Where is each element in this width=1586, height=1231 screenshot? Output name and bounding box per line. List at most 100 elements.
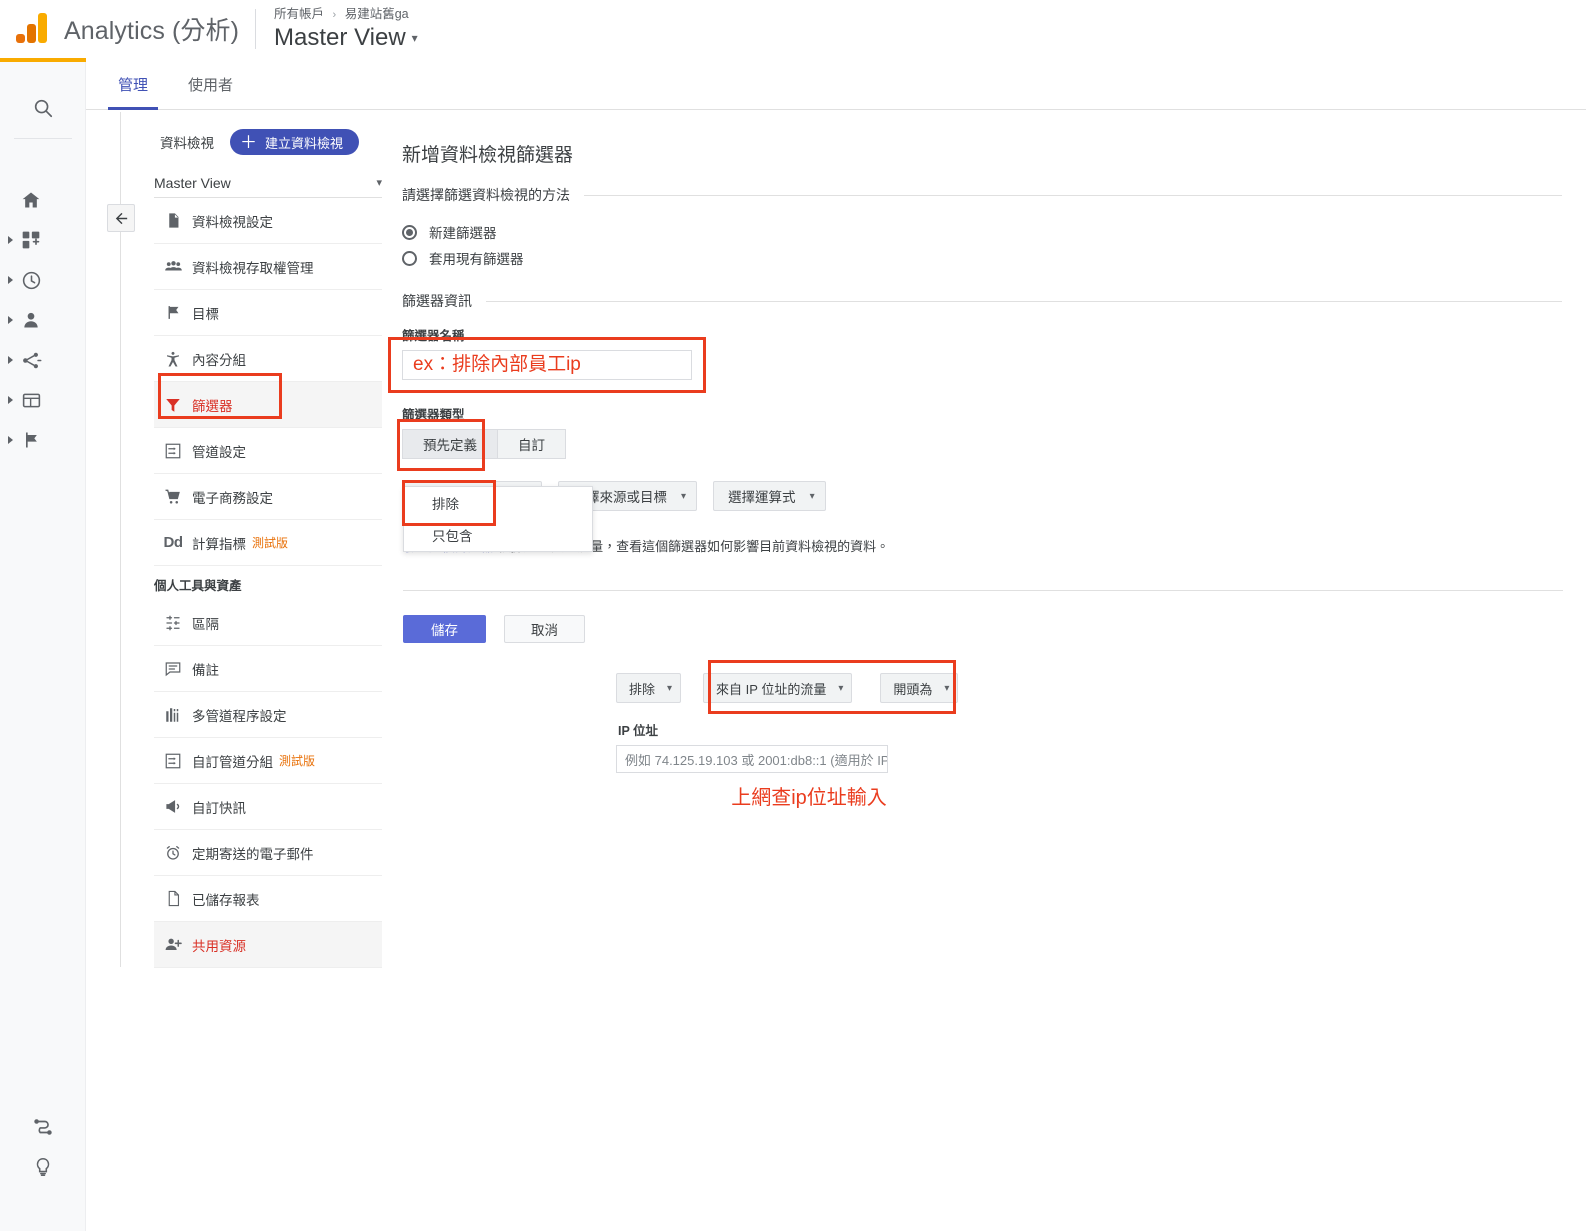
menu-item-label: 篩選器	[192, 398, 233, 414]
section-divider	[403, 590, 1563, 591]
view-name[interactable]: Master View ▾	[274, 23, 418, 53]
breadcrumb-account: 所有帳戶	[274, 6, 325, 21]
lightbulb-discover-icon	[32, 1156, 54, 1178]
view-menu: 資料檢視設定 資料檢視存取權管理 目標 內容分組 篩選器 管道設定 電子商務設定…	[154, 198, 382, 968]
ip-expression-dropdown[interactable]: 開頭為 ▾	[880, 673, 959, 703]
chevron-down-icon: ▾	[667, 682, 673, 694]
rail-item-customization[interactable]	[0, 220, 86, 260]
filter-type-predefined-button[interactable]: 預先定義	[402, 429, 498, 459]
view-picker[interactable]: Master View ▾	[154, 168, 382, 198]
radio-existing-filter-label: 套用現有篩選器	[429, 252, 524, 267]
left-rail	[0, 62, 86, 1231]
share-acquisition-icon	[18, 347, 44, 373]
radio-existing-filter[interactable]: 套用現有篩選器	[402, 245, 1562, 271]
rail-item-realtime[interactable]	[0, 260, 86, 300]
ip-source-dropdown[interactable]: 來自 IP 位址的流量 ▾	[703, 673, 853, 703]
menu-item-filters[interactable]: 篩選器	[154, 373, 382, 428]
rail-item-audience[interactable]	[0, 300, 86, 340]
menu-item-saved-reports[interactable]: 已儲存報表	[154, 876, 382, 922]
info-legend: 篩選器資訊	[402, 293, 472, 309]
menu-item-label: 多管道程序設定	[192, 708, 287, 724]
cancel-button[interactable]: 取消	[504, 615, 585, 643]
filter-name-input[interactable]: ex：排除內部員工ip	[402, 350, 692, 380]
rail-item-attribution[interactable]	[0, 1107, 86, 1147]
people-icon	[154, 257, 192, 276]
menu-item-label: 資料檢視設定	[192, 214, 273, 230]
menu-item-annotations[interactable]: 備註	[154, 646, 382, 692]
dropdown-option-label: 排除	[432, 497, 459, 512]
rail-item-discover[interactable]	[0, 1147, 86, 1187]
column-divider	[120, 112, 121, 967]
view-settings-column: 資料檢視 ＋ 建立資料檢視 Master View ▾ 資料檢視設定 資料檢視存…	[154, 126, 382, 968]
rail-item-behavior[interactable]	[0, 380, 86, 420]
search-icon[interactable]	[0, 90, 86, 126]
menu-item-shared-resources[interactable]: 共用資源	[154, 922, 382, 968]
megaphone-alerts-icon	[154, 797, 192, 816]
menu-item-calculated-metrics[interactable]: Dd 計算指標 測試版	[154, 520, 382, 566]
ip-dropdown-row: 排除 ▾ 來自 IP 位址的流量 ▾ 開頭為 ▾	[616, 660, 976, 714]
breadcrumb: 所有帳戶 › 易建站舊ga	[274, 6, 418, 23]
expand-arrow-icon	[8, 396, 13, 404]
menu-item-custom-channel-grouping[interactable]: 自訂管道分組 測試版	[154, 738, 382, 784]
filter-type-segmented-control: 預先定義 自訂	[402, 429, 822, 459]
expand-arrow-icon	[8, 236, 13, 244]
menu-item-channel-settings[interactable]: 管道設定	[154, 428, 382, 474]
ip-address-input[interactable]: 例如 74.125.19.103 或 2001:db8::1 (適用於 IP	[616, 745, 888, 773]
expand-arrow-icon	[8, 356, 13, 364]
legend-rule	[584, 194, 1562, 196]
menu-item-label: 自訂快訊	[192, 800, 246, 816]
create-view-button[interactable]: ＋ 建立資料檢視	[230, 129, 360, 155]
tab-bar: 管理 使用者	[86, 58, 1586, 110]
brand-title: Analytics (分析)	[64, 17, 240, 45]
menu-item-label: 已儲存報表	[192, 892, 260, 908]
menu-item-segments[interactable]: 區隔	[154, 600, 382, 646]
filter-type-custom-button[interactable]: 自訂	[498, 429, 566, 459]
content-grouping-icon	[154, 350, 192, 368]
dropdown-option-include-only[interactable]: 只包含	[404, 519, 592, 551]
menu-item-view-access[interactable]: 資料檢視存取權管理	[154, 244, 382, 290]
menu-item-label: 管道設定	[192, 444, 246, 460]
plus-icon: ＋	[240, 132, 257, 152]
page-title: 新增資料檢視篩選器	[402, 145, 574, 166]
menu-item-custom-alerts[interactable]: 自訂快訊	[154, 784, 382, 830]
dropdown-option-exclude[interactable]: 排除	[402, 480, 592, 526]
menu-item-label: 區隔	[192, 616, 219, 632]
shopping-cart-icon	[154, 488, 192, 506]
personal-tools-section-title: 個人工具與資產	[154, 579, 242, 593]
expand-arrow-icon	[8, 316, 13, 324]
rail-item-home[interactable]	[0, 180, 86, 220]
menu-item-ecommerce[interactable]: 電子商務設定	[154, 474, 382, 520]
radio-new-filter[interactable]: 新建篩選器	[402, 219, 1562, 245]
flag-conversions-icon	[18, 427, 44, 453]
menu-item-view-settings[interactable]: 資料檢視設定	[154, 198, 382, 244]
tab-users[interactable]: 使用者	[178, 74, 243, 109]
tab-admin[interactable]: 管理	[108, 74, 159, 110]
radio-button-icon[interactable]	[402, 224, 417, 240]
menu-item-label: 定期寄送的電子郵件	[192, 846, 314, 862]
rail-item-acquisition[interactable]	[0, 340, 86, 380]
rail-item-conversions[interactable]	[0, 420, 86, 460]
menu-item-scheduled-emails[interactable]: 定期寄送的電子郵件	[154, 830, 382, 876]
create-view-label: 建立資料檢視	[265, 135, 344, 151]
chevron-down-icon: ▾	[681, 490, 687, 502]
arrow-left-icon	[113, 210, 130, 227]
radio-button-icon[interactable]	[402, 250, 417, 266]
ip-exclude-dropdown[interactable]: 排除 ▾	[616, 673, 682, 703]
menu-item-content-grouping[interactable]: 內容分組	[154, 336, 382, 382]
ip-expression-label: 開頭為	[893, 681, 933, 697]
filter-type-group-wrap: 預先定義 自訂	[397, 419, 822, 471]
select-expression-label: 選擇運算式	[728, 490, 796, 505]
beta-badge: 測試版	[252, 536, 289, 550]
ip-exclude-label: 排除	[629, 681, 656, 697]
back-button[interactable]	[107, 204, 135, 232]
menu-item-multichannel-funnels[interactable]: 多管道程序設定	[154, 692, 382, 738]
dashboard-add-icon	[18, 227, 44, 253]
segments-icon	[154, 614, 192, 632]
menu-item-goals[interactable]: 目標	[154, 290, 382, 336]
ip-address-label: IP 位址	[618, 724, 659, 738]
save-button[interactable]: 儲存	[403, 615, 486, 643]
account-view-selector[interactable]: 所有帳戶 › 易建站舊ga Master View ▾	[274, 6, 418, 53]
person-add-shared-icon	[154, 935, 192, 954]
menu-item-label: 內容分組	[192, 352, 246, 368]
select-expression-dropdown[interactable]: 選擇運算式 ▾	[713, 481, 826, 511]
